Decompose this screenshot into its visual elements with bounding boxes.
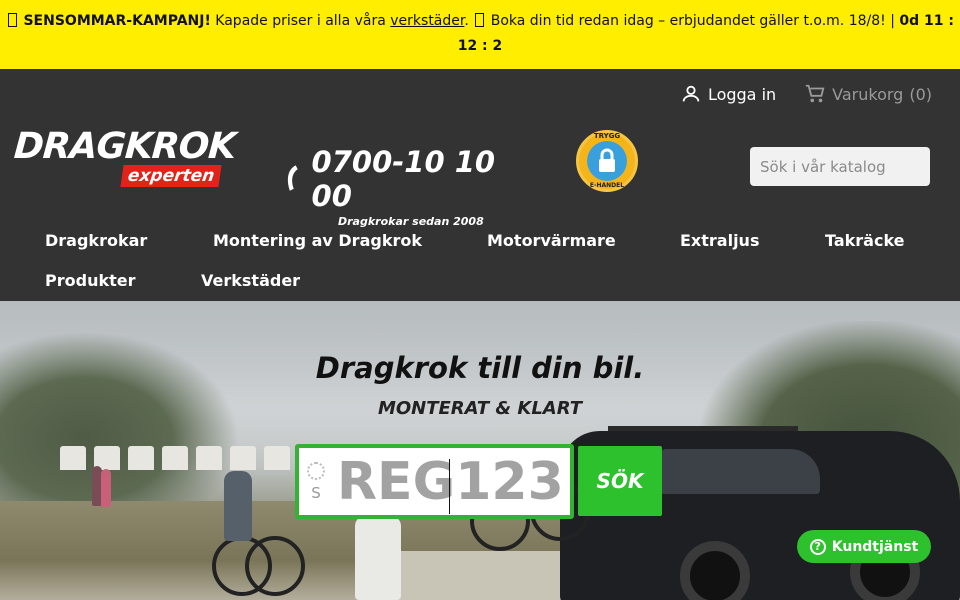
- logo-main-text: DRAGKROK: [12, 126, 237, 167]
- login-link[interactable]: Logga in: [680, 83, 776, 105]
- hero-car-window: [660, 449, 820, 494]
- catalog-search-input[interactable]: [750, 147, 930, 186]
- promo-title: SENSOMMAR-KAMPANJ!: [23, 13, 211, 29]
- calendar-icon: [475, 13, 485, 27]
- hero-cyclist: [224, 471, 252, 541]
- text-caret: [449, 459, 450, 514]
- logo-sub-text: experten: [120, 165, 222, 187]
- promo-offer-text: Boka din tid redan idag – erbjudandet gä…: [490, 13, 895, 29]
- cart-link[interactable]: Varukorg (0): [804, 83, 932, 105]
- nav-item-dragkrokar[interactable]: Dragkrokar: [45, 231, 147, 250]
- nav-item-produkter[interactable]: Produkter: [45, 271, 135, 290]
- nav-item-motorvarmare[interactable]: Motorvärmare: [487, 231, 616, 250]
- hero-title: Dragkrok till din bil.: [315, 351, 645, 385]
- nav-item-takracke[interactable]: Takräcke: [825, 231, 905, 250]
- plate-country-code: S: [311, 483, 321, 502]
- user-icon: [682, 85, 700, 102]
- hero-subtitle: MONTERAT & KLART: [377, 398, 583, 419]
- nav-item-verkstader[interactable]: Verkstäder: [201, 271, 300, 290]
- trust-inner: [587, 141, 627, 181]
- hero-walker: [101, 469, 111, 507]
- customer-service-label: Kundtjänst: [831, 538, 919, 555]
- phone-number: 0700-10 10 00: [311, 145, 496, 213]
- eu-stars-icon: [307, 461, 325, 480]
- customer-service-button[interactable]: ? Kundtjänst: [797, 530, 931, 563]
- reg-number-input[interactable]: [333, 451, 563, 512]
- nav-item-extraljus[interactable]: Extraljus: [680, 231, 759, 250]
- hero-person: [355, 516, 401, 600]
- promo-banner: SENSOMMAR-KAMPANJ! Kapade priser i alla …: [0, 0, 960, 69]
- phone-subtitle: Dragkrokar sedan 2008: [338, 215, 484, 228]
- site-logo[interactable]: DRAGKROK experten: [12, 126, 237, 191]
- phone-block[interactable]: 0700-10 10 00 Dragkrokar sedan 2008: [284, 145, 540, 228]
- cart-label: Varukorg: [832, 84, 904, 104]
- login-label: Logga in: [707, 84, 777, 104]
- cart-icon: [805, 84, 825, 103]
- phone-icon: [287, 165, 298, 191]
- promo-text-punct: .: [464, 13, 474, 29]
- trust-bottom-text: E-HANDEL: [589, 182, 625, 189]
- nav-item-montering[interactable]: Montering av Dragkrok: [213, 231, 422, 250]
- hero-bike-wheel: [245, 536, 305, 596]
- trygg-ehandel-badge[interactable]: TRYGG E-HANDEL: [576, 130, 638, 192]
- license-plate-search[interactable]: S: [295, 444, 574, 519]
- help-icon: ?: [809, 538, 826, 555]
- user-links: Logga in Varukorg (0): [680, 83, 932, 105]
- lock-icon: [599, 148, 615, 172]
- plate-country-strip: S: [299, 448, 333, 515]
- cart-count: (0): [909, 84, 932, 104]
- promo-workshops-link[interactable]: verkstäder: [390, 13, 464, 29]
- promo-text: Kapade priser i alla våra: [215, 13, 386, 29]
- gift-icon: [8, 13, 18, 27]
- site-header: Logga in Varukorg (0) DRAGKROK experten …: [0, 69, 960, 301]
- search-reg-button[interactable]: SÖK: [578, 446, 662, 516]
- trust-top-text: TRYGG: [593, 132, 621, 140]
